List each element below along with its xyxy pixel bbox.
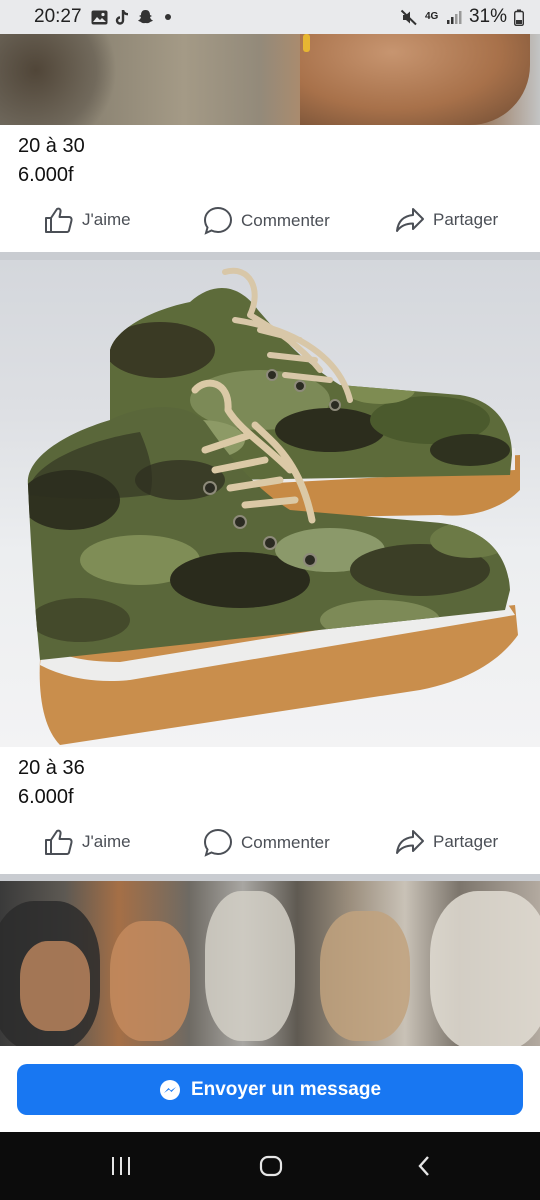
share-icon <box>396 208 424 232</box>
post-photo-previous[interactable] <box>0 34 540 125</box>
back-button[interactable] <box>402 1150 446 1182</box>
like-button[interactable]: J'aime <box>44 828 131 856</box>
post-actions-2: J'aime Commenter Partager <box>0 820 540 870</box>
recents-icon <box>112 1157 130 1175</box>
message-composer: Envoyer un message <box>0 1046 540 1132</box>
post-photo-next[interactable] <box>0 881 540 1046</box>
comment-button[interactable]: Commenter <box>203 828 330 857</box>
mute-icon <box>400 9 417 25</box>
status-system-icons: 4G 31% <box>400 6 524 28</box>
snapchat-icon <box>137 10 153 24</box>
post-caption-price: 6.000f <box>18 164 74 186</box>
share-button[interactable]: Partager <box>395 206 498 234</box>
status-notification-icons <box>91 9 171 26</box>
post-separator <box>0 252 540 260</box>
post-caption-price: 6.000f <box>18 786 74 808</box>
home-icon <box>259 1155 283 1177</box>
post-caption-size: 20 à 36 <box>18 757 85 779</box>
share-label: Partager <box>433 832 499 851</box>
camo-boots-image <box>27 267 520 745</box>
comment-label: Commenter <box>241 210 330 230</box>
signal-icon <box>446 10 462 24</box>
send-message-label: Envoyer un message <box>190 1078 382 1100</box>
comment-icon <box>203 206 233 235</box>
like-button[interactable]: J'aime <box>44 206 131 234</box>
status-bar: 20:27 4G 31% <box>0 0 540 34</box>
home-button[interactable] <box>249 1150 293 1182</box>
battery-icon <box>514 9 524 26</box>
comment-label: Commenter <box>241 832 330 852</box>
tiktok-icon <box>115 9 128 25</box>
comment-button[interactable]: Commenter <box>203 206 330 235</box>
like-label: J'aime <box>82 210 131 229</box>
gallery-icon <box>91 10 108 24</box>
back-icon <box>418 1156 429 1176</box>
comment-icon <box>203 828 233 857</box>
share-button[interactable]: Partager <box>395 828 498 856</box>
send-message-button[interactable]: Envoyer un message <box>17 1064 523 1115</box>
share-label: Partager <box>433 210 499 229</box>
thumbs-up-icon <box>45 829 73 855</box>
post-caption-size: 20 à 30 <box>18 135 85 157</box>
system-nav-bar <box>0 1132 540 1200</box>
like-label: J'aime <box>82 832 131 851</box>
post-actions-1: J'aime Commenter Partager <box>0 198 540 248</box>
post-photo-boots[interactable] <box>0 260 540 747</box>
thumbs-up-icon <box>45 207 73 233</box>
notification-dot-icon <box>164 14 171 20</box>
share-icon <box>396 830 424 854</box>
battery-level: 31% <box>468 6 507 27</box>
status-time: 20:27 <box>34 6 82 27</box>
post-caption-1: 20 à 30 6.000f <box>18 132 85 190</box>
recents-button[interactable] <box>99 1150 143 1182</box>
post-caption-2: 20 à 36 6.000f <box>18 754 85 812</box>
network-4g-icon: 4G <box>424 11 439 22</box>
messenger-icon <box>159 1079 180 1100</box>
